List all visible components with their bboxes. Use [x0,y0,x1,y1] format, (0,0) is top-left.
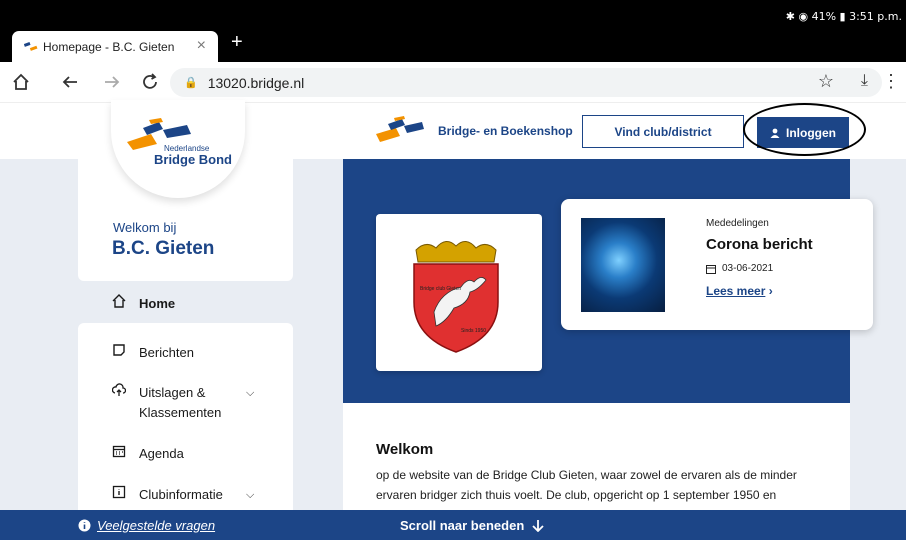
sidebar-item-uitslagen[interactable]: Uitslagen & Klassementen ⌵ [78,383,293,423]
crest-caption-bottom: Sinds 1950 [461,328,486,334]
scroll-down-button[interactable]: Scroll naar beneden [400,518,544,533]
tab-close-icon[interactable]: × [197,37,206,55]
status-bar: ✱ ◉ 41% ▮ 3:51 p.m. [785,10,902,23]
news-thumbnail-image[interactable] [581,218,665,312]
chevron-right-icon: › [768,284,773,298]
news-card[interactable]: Mededelingen Corona bericht 03-06-2021 L… [561,199,873,330]
calendar-icon [112,445,126,458]
menu-kebab-icon[interactable]: ⋮ [882,71,900,92]
forward-arrow-icon[interactable] [103,73,121,91]
chevron-down-icon[interactable]: ⌵ [246,489,254,502]
url-text: 13020.bridge.nl [207,74,305,91]
lock-icon: 🔒 [184,77,198,89]
sidebar-item-label: Uitslagen & [139,385,206,400]
browser-tab[interactable]: Homepage - B.C. Gieten × [12,31,218,62]
welcome-text: Welkom bij [113,220,177,235]
nbb-logo-icon [376,116,424,142]
read-more-link[interactable]: Lees meer › [706,284,773,298]
sidebar-item-home[interactable]: Home [78,294,293,314]
back-arrow-icon[interactable] [61,73,79,91]
sidebar-item-label-group: Uitslagen & Klassementen [139,383,221,423]
club-crest-card: Bridge club Gieten Sinds 1950 [376,214,542,371]
sidebar-item-label-line2: Klassementen [139,405,222,420]
new-tab-button[interactable]: + [231,31,243,54]
home-icon [112,294,126,308]
note-icon [113,344,125,356]
address-bar: 🔒 13020.bridge.nl ☆ ⤓ ⋮ [0,62,906,102]
bookmark-star-icon[interactable]: ☆ [818,71,834,92]
welcome-line-2: ervaren bridger zich thuis voelt. De clu… [376,488,777,502]
find-club-button[interactable]: Vind club/district [582,115,744,148]
sidebar-item-label: Agenda [139,446,184,461]
arrow-down-icon [532,520,544,532]
news-category: Mededelingen [706,218,769,229]
news-date: 03-06-2021 [722,263,774,274]
calendar-icon [706,264,716,274]
sidebar-item-agenda[interactable]: Agenda [78,444,293,464]
home-button-icon[interactable] [12,73,30,91]
faq-link[interactable]: Veelgestelde vragen [78,518,215,533]
chevron-down-icon[interactable]: ⌵ [246,387,254,400]
sidebar-item-label: Clubinformatie [139,487,223,502]
url-field[interactable]: 🔒 13020.bridge.nl ☆ ⤓ [170,68,882,97]
faq-label: Veelgestelde vragen [97,518,216,533]
welcome-heading: Welkom [376,441,434,458]
bottom-bar: Veelgestelde vragen Scroll naar beneden [0,510,906,540]
sidebar-item-label: Home [139,296,176,311]
shop-link[interactable]: Bridge- en Boekenshop [374,116,573,146]
read-more-label: Lees meer [706,284,766,298]
news-title[interactable]: Corona bericht [706,236,813,253]
scroll-label: Scroll naar beneden [400,518,525,533]
club-crest-image: Bridge club Gieten Sinds 1950 [413,241,499,353]
sidebar-item-berichten[interactable]: Berichten [78,343,293,363]
news-date-row: 03-06-2021 [706,263,773,274]
cloud-upload-icon [112,383,126,396]
tab-title: Homepage - B.C. Gieten [43,39,175,54]
download-icon[interactable]: ⤓ [861,72,868,90]
sidebar-item-label: Berichten [139,345,194,360]
welcome-section: Welkom op de website van de Bridge Club … [343,403,850,510]
shop-label: Bridge- en Boekenshop [438,124,573,138]
crest-caption-top: Bridge club Gieten [420,286,461,292]
info-circle-icon [78,519,91,532]
info-icon [112,485,126,499]
sidebar-item-clubinformatie[interactable]: Clubinformatie ⌵ [78,485,293,505]
reload-icon[interactable] [141,73,159,91]
browser-top-bar: ✱ ◉ 41% ▮ 3:51 p.m. Homepage - B.C. Giet… [0,0,906,62]
logo-bottom-text: Bridge Bond [154,152,232,167]
club-name: B.C. Gieten [112,238,215,259]
welcome-line-1: op de website van de Bridge Club Gieten,… [376,468,797,482]
favicon-icon [24,41,38,51]
annotation-ellipse [743,103,866,156]
